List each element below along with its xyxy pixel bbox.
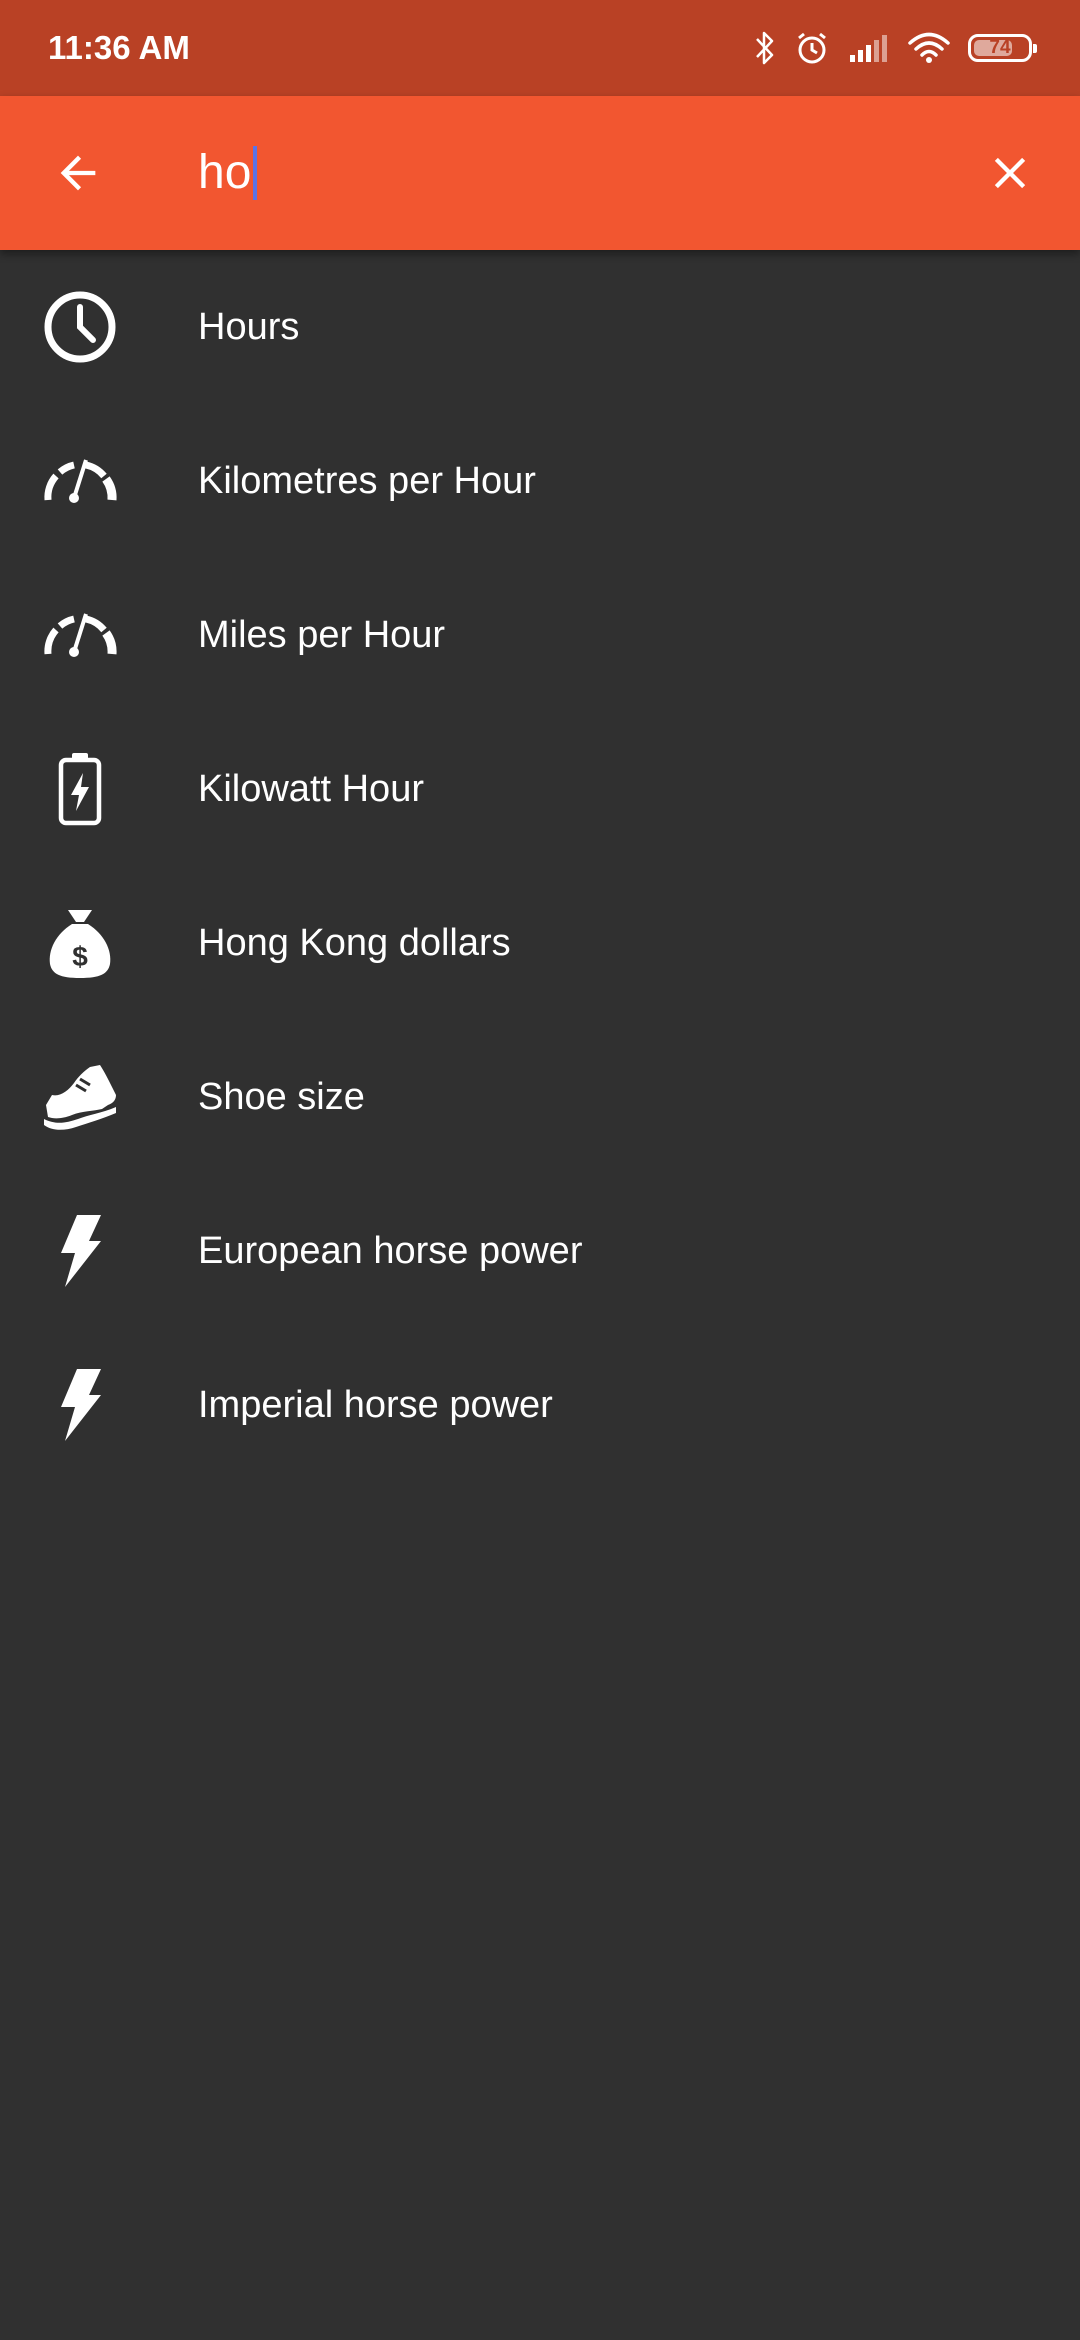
status-time: 11:36 AM [48, 29, 190, 66]
search-input-value: ho [198, 146, 252, 199]
lightning-icon [40, 1365, 120, 1445]
arrow-back-icon [60, 155, 96, 191]
back-button[interactable] [36, 131, 120, 215]
result-label: Kilowatt Hour [198, 768, 424, 810]
result-item-shoe-size[interactable]: Shoe size [0, 1020, 1080, 1174]
result-label: European horse power [198, 1230, 583, 1272]
result-item-european-horse-power[interactable]: European horse power [0, 1174, 1080, 1328]
bluetooth-icon [754, 30, 776, 66]
search-results-list: Hours Kilometres per Hour Miles per Hour… [0, 250, 1080, 1482]
speedometer-icon [40, 595, 120, 675]
result-label: Hours [198, 306, 300, 348]
battery-icon: 74 [968, 34, 1037, 62]
result-item-hong-kong-dollars[interactable]: $ Hong Kong dollars [0, 866, 1080, 1020]
battery-charging-icon [40, 749, 120, 829]
result-item-hours[interactable]: Hours [0, 250, 1080, 404]
result-label: Shoe size [198, 1076, 365, 1118]
result-item-miles-per-hour[interactable]: Miles per Hour [0, 558, 1080, 712]
result-item-kilometres-per-hour[interactable]: Kilometres per Hour [0, 404, 1080, 558]
signal-icon [848, 33, 890, 63]
result-item-imperial-horse-power[interactable]: Imperial horse power [0, 1328, 1080, 1482]
result-label: Miles per Hour [198, 614, 446, 656]
wifi-icon [908, 32, 950, 64]
battery-tip [1033, 44, 1037, 53]
money-bag-icon: $ [40, 903, 120, 983]
clock-icon [40, 287, 120, 367]
close-icon [994, 157, 1026, 189]
alarm-icon [794, 30, 830, 66]
text-caret [253, 146, 258, 200]
result-label: Hong Kong dollars [198, 922, 511, 964]
result-item-kilowatt-hour[interactable]: Kilowatt Hour [0, 712, 1080, 866]
speedometer-icon [40, 441, 120, 521]
sneaker-icon [40, 1057, 120, 1137]
result-label: Kilometres per Hour [198, 460, 536, 502]
battery-indicator: 74 [968, 34, 1037, 62]
search-input[interactable]: ho [198, 140, 938, 206]
search-app-bar: ho [0, 96, 1080, 250]
status-bar: 11:36 AM 74 [0, 0, 1080, 96]
lightning-icon [40, 1211, 120, 1291]
svg-text:$: $ [72, 941, 88, 972]
status-icons: 74 [736, 26, 1037, 70]
result-label: Imperial horse power [198, 1384, 553, 1426]
clear-search-button[interactable] [968, 131, 1052, 215]
battery-level: 74 [989, 37, 1011, 58]
